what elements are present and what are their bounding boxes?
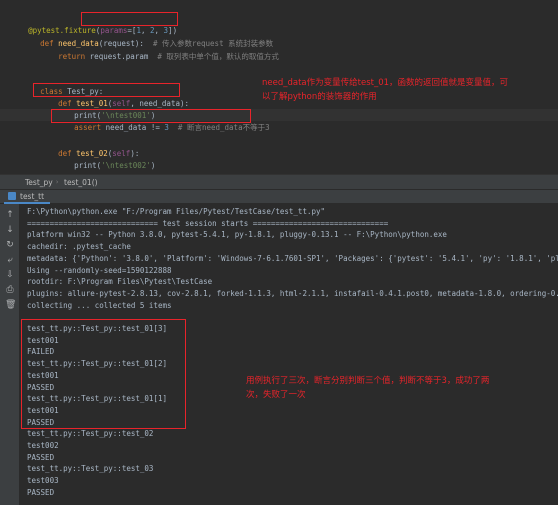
console-line: PASSED xyxy=(27,487,55,497)
code-line-12: print('\ntest002') xyxy=(74,161,156,170)
console-line: cachedir: .pytest_cache xyxy=(27,242,131,252)
console-line: test002 xyxy=(27,441,59,450)
console-line: plugins: allure-pytest-2.8.13, cov-2.8.1… xyxy=(27,288,558,298)
console-output[interactable]: F:\Python\python.exe "F:/Program Files/P… xyxy=(20,204,558,505)
console-line: platform win32 -- Python 3.8.0, pytest-5… xyxy=(27,230,447,240)
breadcrumb-class[interactable]: Test_py xyxy=(25,178,53,187)
highlight-box-test01-results xyxy=(21,319,186,429)
run-tab[interactable]: test_tt xyxy=(4,190,51,204)
breadcrumb-separator: › xyxy=(55,178,60,186)
rerun-icon[interactable]: ↻ xyxy=(5,240,15,250)
console-line: Using --randomly-seed=1590122888 xyxy=(27,265,172,275)
console-line: ============================= test sessi… xyxy=(27,218,389,228)
console-line: F:\Python\python.exe "F:/Program Files/P… xyxy=(27,207,326,216)
code-line-3: return request.param # 取列表中单个值，默认的取值方式 xyxy=(58,52,279,61)
delete-icon[interactable]: 🗑 xyxy=(5,300,16,310)
console-line: test_tt.py::Test_py::test_02 xyxy=(27,429,154,439)
down-arrow-icon[interactable]: ↓ xyxy=(5,225,15,235)
console-line: rootdir: F:\Program Files\Pytest\TestCas… xyxy=(27,277,213,287)
console-annotation: 用例执行了三次，断言分别判断三个值，判断不等于3，成功了两 次，失败了一次 xyxy=(246,376,490,400)
console-line: PASSED xyxy=(27,452,55,462)
console-line: test003 xyxy=(27,476,59,486)
highlight-box-params xyxy=(81,12,178,26)
print-icon[interactable]: ⎙ xyxy=(5,285,15,295)
scroll-to-end-icon[interactable]: ⇩ xyxy=(5,270,15,280)
console-line: metadata: {'Python': '3.8.0', 'Platform'… xyxy=(27,253,558,263)
soft-wrap-icon[interactable]: ⤶ xyxy=(5,255,15,265)
code-line-2: def need_data(request): # 传入参数request 系统… xyxy=(40,39,274,48)
breadcrumb-method[interactable]: test_01() xyxy=(64,178,98,187)
highlight-box-test01-def xyxy=(33,83,180,97)
editor-annotation: need_data作为变量传给test_01，函数的返回值就是变量值，可 以了解… xyxy=(262,78,509,102)
code-line-11: def test_02(self): xyxy=(58,149,140,158)
console-line: test_tt.py::Test_py::test_03 xyxy=(27,464,154,474)
highlight-box-assert xyxy=(51,109,251,123)
code-editor[interactable]: @pytest.fixture(params=[1, 2, 3]) def ne… xyxy=(0,0,558,174)
breadcrumb: Test_py › test_01() xyxy=(0,174,558,190)
run-toolbar: ↑ ↓ ↻ ⤶ ⇩ ⎙ 🗑 xyxy=(0,204,20,505)
console-line: collecting ... collected 5 items xyxy=(27,300,172,310)
run-tab-label: test_tt xyxy=(20,191,45,201)
run-tab-bar: test_tt xyxy=(0,190,558,204)
up-arrow-icon[interactable]: ↑ xyxy=(5,210,15,220)
python-run-icon xyxy=(8,192,16,200)
